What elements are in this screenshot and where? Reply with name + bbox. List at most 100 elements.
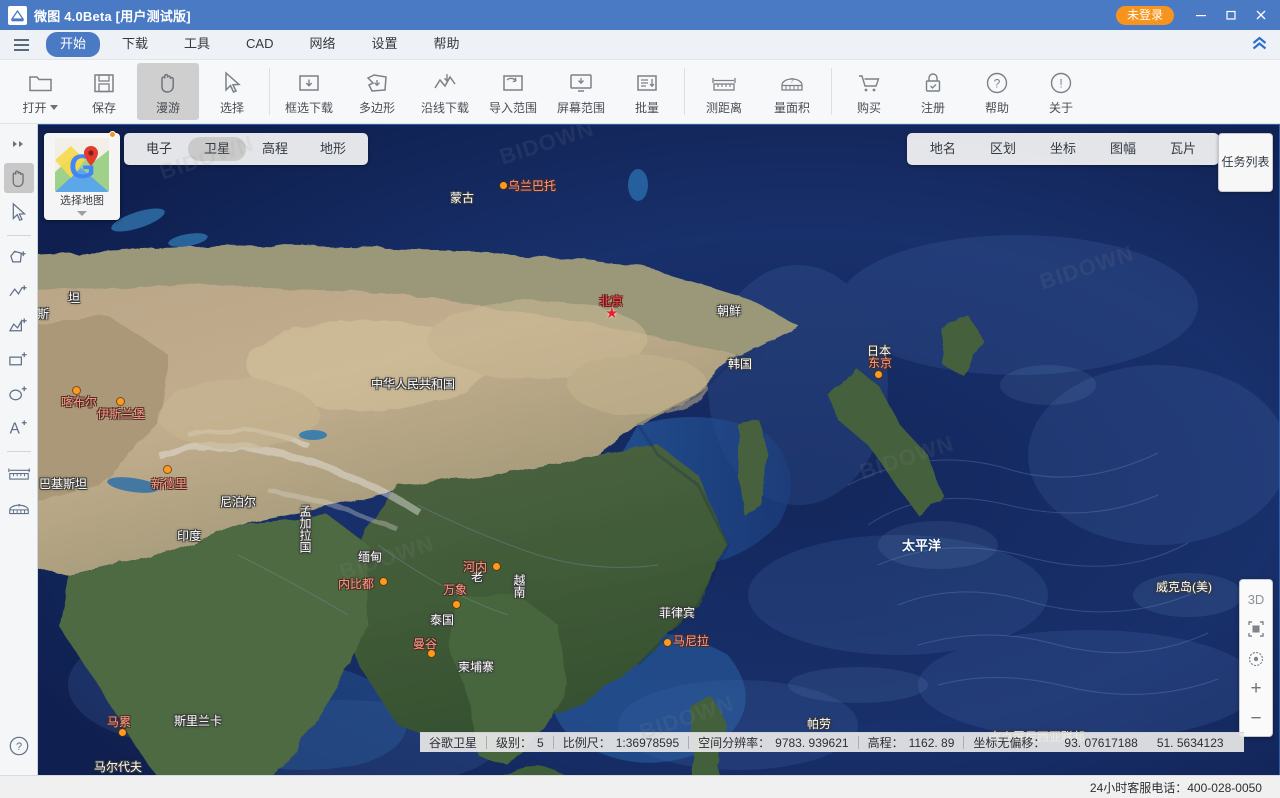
ribbon-rect-download[interactable]: 框选下载 xyxy=(276,63,342,120)
ribbon-buy[interactable]: 购买 xyxy=(838,63,900,120)
ribbon-measure-distance[interactable]: 测距离 xyxy=(691,63,757,120)
map-capital-dot-marker xyxy=(664,639,671,646)
ribbon-polyline-download-label: 沿线下载 xyxy=(420,101,469,115)
rail-question-circle-icon[interactable]: ? xyxy=(4,731,34,761)
3d-toggle-icon[interactable]: 3D xyxy=(1241,584,1271,614)
measure-distance-icon xyxy=(710,69,738,96)
add-polyline-icon[interactable] xyxy=(4,277,34,307)
map-viewport[interactable]: BIDOWN BIDOWN BIDOWN BIDOWN BIDOWN BIDOW… xyxy=(38,124,1280,775)
toggle-coordinates[interactable]: 坐标 xyxy=(1033,137,1093,161)
add-text-icon[interactable]: A xyxy=(4,413,34,443)
ribbon-register[interactable]: 注册 xyxy=(902,63,964,120)
map-capital-dot-marker xyxy=(119,729,126,736)
ribbon-separator xyxy=(831,68,832,115)
ribbon-batch[interactable]: 批量 xyxy=(616,63,678,120)
rail-measure-distance-icon[interactable] xyxy=(4,459,34,489)
ribbon-import-range[interactable]: 导入范围 xyxy=(480,63,546,120)
ribbon-separator xyxy=(684,68,685,115)
measure-area-icon: ? xyxy=(778,69,806,96)
rail-measure-area-icon[interactable]: ? xyxy=(4,493,34,523)
toggle-tiles[interactable]: 瓦片 xyxy=(1153,137,1213,161)
left-tool-rail: A ? ? xyxy=(0,124,38,775)
ribbon-import-range-label: 导入范围 xyxy=(488,101,537,115)
ribbon-polygon[interactable]: 多边形 xyxy=(344,63,410,120)
question-circle-icon: ? xyxy=(985,69,1009,96)
layer-type-satellite[interactable]: 卫星 xyxy=(188,137,247,162)
chevron-up-double-icon[interactable] xyxy=(1251,36,1268,53)
ribbon-polyline-download[interactable]: 沿线下载 xyxy=(412,63,478,120)
login-status-badge[interactable]: 未登录 xyxy=(1115,5,1174,25)
menu-item-start[interactable]: 开始 xyxy=(46,32,101,57)
status-longitude-value: 93. 07617188 xyxy=(1064,735,1138,750)
toggle-placenames[interactable]: 地名 xyxy=(913,137,973,161)
add-ellipse-icon[interactable] xyxy=(4,379,34,409)
ribbon-about[interactable]: ! 关于 xyxy=(1030,63,1092,120)
ribbon-open-label: 打开 xyxy=(22,101,47,115)
status-provider: 谷歌卫星 xyxy=(420,734,486,751)
add-rectangle-icon[interactable] xyxy=(4,345,34,375)
svg-text:?: ? xyxy=(17,504,20,510)
status-elevation-label: 高程： xyxy=(867,736,904,750)
fullscreen-icon[interactable] xyxy=(1241,614,1271,644)
rail-hand-pan-icon[interactable] xyxy=(3,163,34,193)
map-capital-dot-marker xyxy=(875,371,882,378)
layer-type-elevation[interactable]: 高程 xyxy=(246,137,304,161)
svg-text:?: ? xyxy=(790,78,794,85)
rail-separator xyxy=(6,451,31,452)
svg-text:?: ? xyxy=(16,741,22,753)
status-level-label: 级别： xyxy=(496,736,533,750)
status-level-value: 5 xyxy=(537,735,544,750)
add-area-icon[interactable] xyxy=(4,311,34,341)
exclamation-circle-icon: ! xyxy=(1049,69,1073,96)
status-provider-value: 谷歌卫星 xyxy=(429,736,478,750)
task-list-button[interactable]: 任务列表 xyxy=(1218,133,1273,192)
ribbon-select[interactable]: 选择 xyxy=(201,63,263,120)
hamburger-icon[interactable] xyxy=(6,33,36,57)
layer-type-terrain[interactable]: 地形 xyxy=(304,137,362,161)
minimize-button[interactable] xyxy=(1186,1,1216,29)
status-scale-value: 1:36978595 xyxy=(615,735,680,750)
import-range-icon xyxy=(500,69,526,96)
menu-item-help[interactable]: 帮助 xyxy=(420,32,474,57)
map-capital-dot-marker xyxy=(164,466,171,473)
maximize-button[interactable] xyxy=(1216,1,1246,29)
rect-download-icon xyxy=(296,69,322,96)
ribbon-help-label: 帮助 xyxy=(984,101,1009,115)
ribbon-screen-range[interactable]: 屏幕范围 xyxy=(548,63,614,120)
zoom-out-icon[interactable]: − xyxy=(1241,704,1271,734)
menu-item-settings[interactable]: 设置 xyxy=(358,32,412,57)
map-source-selector[interactable]: G 选择地图 xyxy=(44,131,120,221)
map-overlay-toggles: 地名 区划 坐标 图幅 瓦片 xyxy=(906,133,1219,166)
ribbon-save[interactable]: 保存 xyxy=(73,63,135,120)
toggle-districts[interactable]: 区划 xyxy=(973,137,1033,161)
status-scale-label: 比例尺： xyxy=(562,736,611,750)
toggle-mapsheet[interactable]: 图幅 xyxy=(1093,137,1153,161)
compass-locate-icon[interactable] xyxy=(1241,644,1271,674)
ribbon-separator xyxy=(269,68,270,115)
ribbon-open[interactable]: 打开 xyxy=(9,63,71,120)
map-capital-star-marker: ★ xyxy=(605,305,619,322)
screen-range-icon xyxy=(568,69,594,96)
close-button[interactable] xyxy=(1246,1,1276,29)
caret-down-icon xyxy=(77,211,87,217)
menu-item-download[interactable]: 下载 xyxy=(108,32,162,57)
batch-list-icon xyxy=(634,69,660,96)
menu-item-cad[interactable]: CAD xyxy=(232,32,287,57)
ribbon-help[interactable]: ? 帮助 xyxy=(966,63,1028,120)
rail-separator xyxy=(6,235,31,236)
ribbon-pan[interactable]: 漫游 xyxy=(137,63,199,120)
zoom-in-icon[interactable]: + xyxy=(1241,674,1271,704)
menu-item-network[interactable]: 网络 xyxy=(296,32,350,57)
menu-item-tools[interactable]: 工具 xyxy=(170,32,224,57)
add-polygon-icon[interactable] xyxy=(4,243,34,273)
layer-type-electronic[interactable]: 电子 xyxy=(130,137,188,161)
ribbon-buy-label: 购买 xyxy=(856,101,881,115)
map-source-label: 选择地图 xyxy=(60,195,104,207)
rail-cursor-arrow-icon[interactable] xyxy=(4,197,34,227)
google-maps-thumb-icon: G xyxy=(55,138,109,192)
expand-right-icon[interactable] xyxy=(4,129,34,159)
map-capital-dot-marker xyxy=(117,398,124,405)
ribbon-measure-distance-label: 测距离 xyxy=(705,101,742,115)
satellite-map-canvas[interactable] xyxy=(38,125,1279,775)
ribbon-measure-area[interactable]: ? 量面积 xyxy=(759,63,825,120)
